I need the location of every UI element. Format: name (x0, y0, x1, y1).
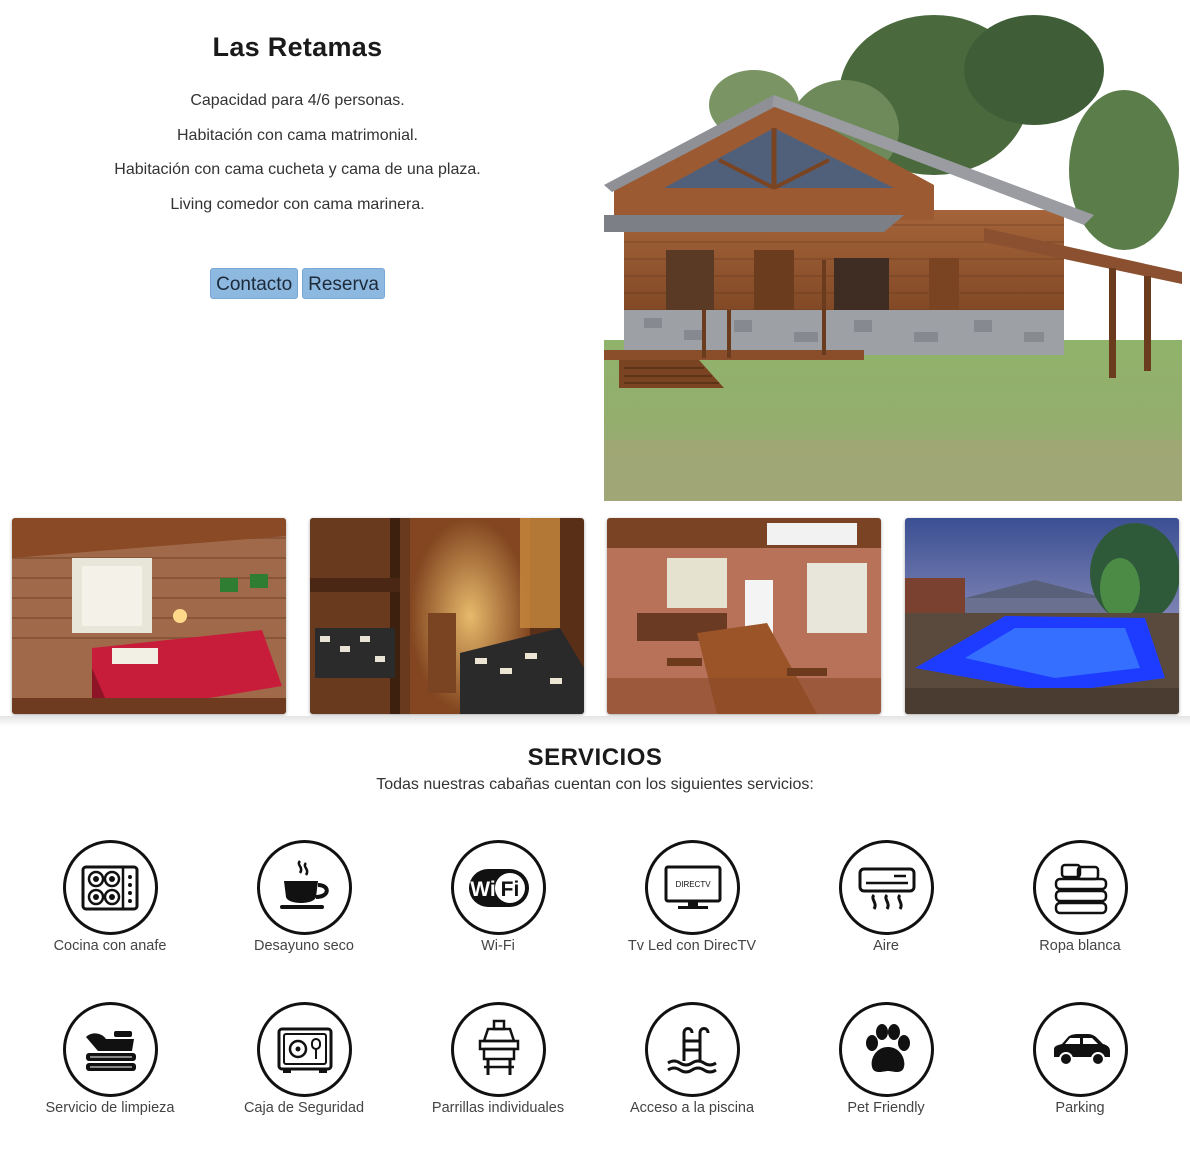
car-icon (1033, 1002, 1128, 1097)
wifi-icon: Wi Fi (451, 840, 546, 935)
service-air: Aire (789, 840, 983, 960)
service-linens: Ropa blanca (983, 840, 1177, 960)
cleaning-icon (63, 1002, 158, 1097)
feature-list: Capacidad para 4/6 personas. Habitación … (0, 90, 595, 228)
section-divider (0, 716, 1190, 726)
service-pet-friendly: Pet Friendly (789, 1002, 983, 1122)
services-title: SERVICIOS (527, 744, 663, 771)
service-pool: Acceso a la piscina (595, 1002, 789, 1122)
photo-gallery (0, 518, 1190, 714)
tv-icon: DIRECTV (645, 840, 740, 935)
wifi-icon-text-wi: Wi (470, 878, 495, 901)
service-wifi: Wi Fi Wi-Fi (401, 840, 595, 960)
service-safe: Caja de Seguridad (207, 1002, 401, 1122)
gallery-photo-dining[interactable] (607, 518, 881, 714)
gallery-photo-bedroom[interactable] (12, 518, 286, 714)
service-tv: DIRECTV Tv Led con DirecTV (595, 840, 789, 960)
coffee-cup-icon (257, 840, 352, 935)
service-label: Ropa blanca (1039, 938, 1121, 954)
linens-icon (1033, 840, 1128, 935)
listing-section: Las Retamas Capacidad para 4/6 personas.… (0, 0, 1190, 505)
gallery-photo-bunk-room[interactable] (310, 518, 584, 714)
service-label: Pet Friendly (847, 1100, 925, 1116)
service-stove: Cocina con anafe (13, 840, 207, 960)
contact-button[interactable]: Contacto (210, 268, 299, 299)
service-label: Cocina con anafe (53, 938, 167, 954)
service-label: Tv Led con DirecTV (627, 938, 757, 954)
gallery-photo-pool[interactable] (905, 518, 1179, 714)
feature-bunk-room: Habitación con cama cucheta y cama de un… (114, 161, 481, 178)
service-label: Parking (1055, 1100, 1105, 1116)
cabin-photo (604, 10, 1182, 501)
feature-capacity: Capacidad para 4/6 personas. (190, 92, 405, 109)
bunk-room-illustration (310, 518, 584, 714)
service-grill: Parrillas individuales (401, 1002, 595, 1122)
air-conditioner-icon (839, 840, 934, 935)
service-parking: Parking (983, 1002, 1177, 1122)
service-label: Acceso a la piscina (629, 1100, 755, 1116)
service-label: Wi-Fi (481, 938, 515, 954)
wifi-icon-text-fi: Fi (500, 878, 519, 901)
safe-icon (257, 1002, 352, 1097)
feature-living: Living comedor con cama marinera. (170, 195, 425, 213)
reserve-button[interactable]: Reserva (302, 268, 385, 299)
pool-illustration (905, 518, 1179, 714)
grill-icon (451, 1002, 546, 1097)
service-label: Aire (873, 938, 899, 954)
cabin-illustration (604, 10, 1182, 501)
directv-icon-text: DIRECTV (675, 880, 711, 889)
bedroom-illustration (12, 518, 286, 714)
stove-icon (63, 840, 158, 935)
dining-illustration (607, 518, 881, 714)
listing-title: Las Retamas (212, 32, 383, 62)
service-label: Servicio de limpieza (45, 1100, 175, 1116)
service-label: Caja de Seguridad (243, 1100, 365, 1116)
pool-ladder-icon (645, 1002, 740, 1097)
feature-double-room: Habitación con cama matrimonial. (177, 126, 418, 144)
services-subtitle: Todas nuestras cabañas cuentan con los s… (376, 776, 814, 793)
service-label: Desayuno seco (254, 938, 354, 954)
paw-icon (839, 1002, 934, 1097)
action-buttons: Contacto Reserva (0, 268, 595, 299)
listing-info: Las Retamas Capacidad para 4/6 personas.… (0, 0, 595, 505)
service-cleaning: Servicio de limpieza (13, 1002, 207, 1122)
service-breakfast: Desayuno seco (207, 840, 401, 960)
service-label: Parrillas individuales (431, 1100, 565, 1116)
